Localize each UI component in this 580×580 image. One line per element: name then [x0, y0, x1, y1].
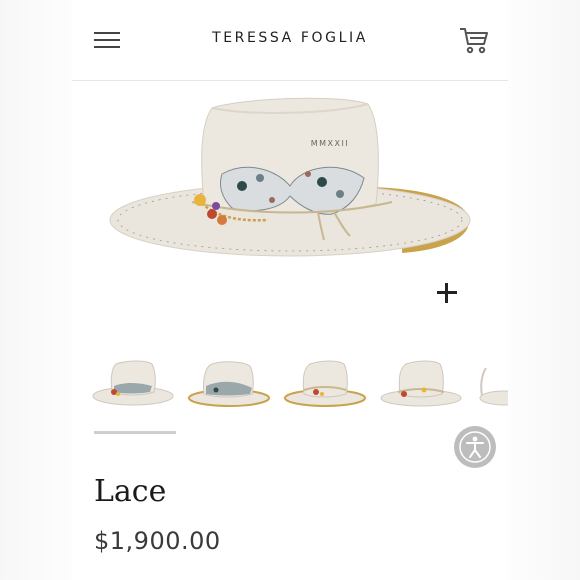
right-gutter — [508, 0, 580, 580]
zoom-plus-icon[interactable] — [434, 280, 460, 306]
hat-print-text: MMXXII — [311, 139, 349, 148]
product-title: Lace — [94, 474, 167, 509]
site-header: TERESSA FOGLIA — [72, 0, 508, 81]
thumbnail-4[interactable] — [378, 356, 464, 414]
active-thumbnail-indicator — [94, 431, 176, 434]
shopping-cart-icon[interactable] — [458, 24, 490, 56]
thumbnail-strip — [90, 356, 508, 416]
product-page: TERESSA FOGLIA MMXXII Lace $1,900.00 — [72, 0, 508, 580]
brand-logo[interactable]: TERESSA FOGLIA — [72, 30, 508, 46]
thumbnail-5-partial[interactable] — [474, 356, 508, 414]
accessibility-icon[interactable] — [454, 426, 496, 468]
thumbnail-2[interactable] — [186, 356, 272, 414]
left-gutter — [0, 0, 72, 580]
thumbnail-1[interactable] — [90, 356, 176, 414]
thumbnail-3[interactable] — [282, 356, 368, 414]
product-price: $1,900.00 — [94, 527, 221, 555]
